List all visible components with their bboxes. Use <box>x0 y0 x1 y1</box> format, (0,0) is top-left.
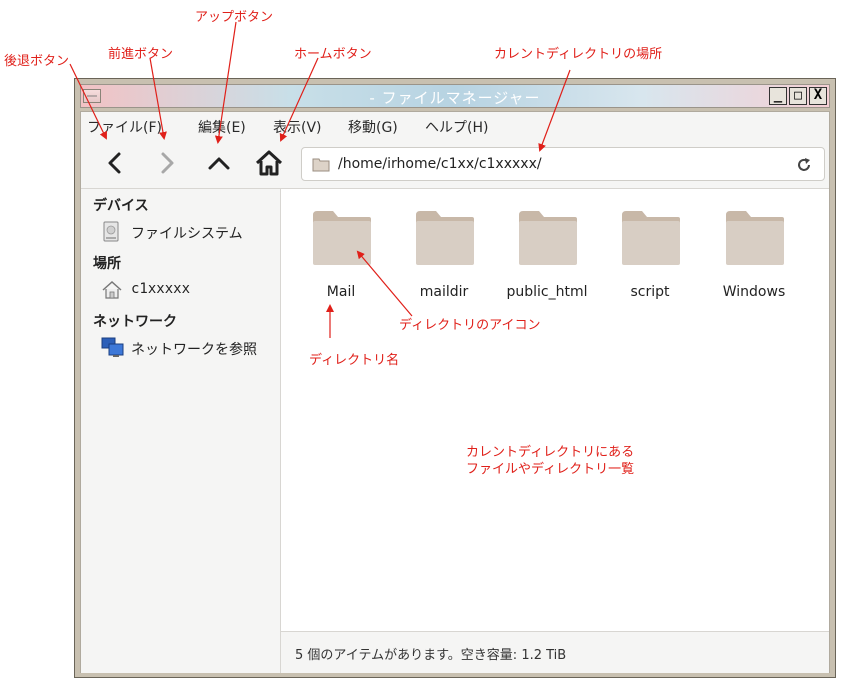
arrow-icon <box>356 250 413 317</box>
arrow-up <box>214 21 237 144</box>
annotation-arrows <box>69 21 571 338</box>
arrow-location <box>538 69 571 152</box>
arrow-back <box>69 63 107 140</box>
arrow-forward <box>149 57 167 140</box>
arrow-home <box>279 57 319 142</box>
